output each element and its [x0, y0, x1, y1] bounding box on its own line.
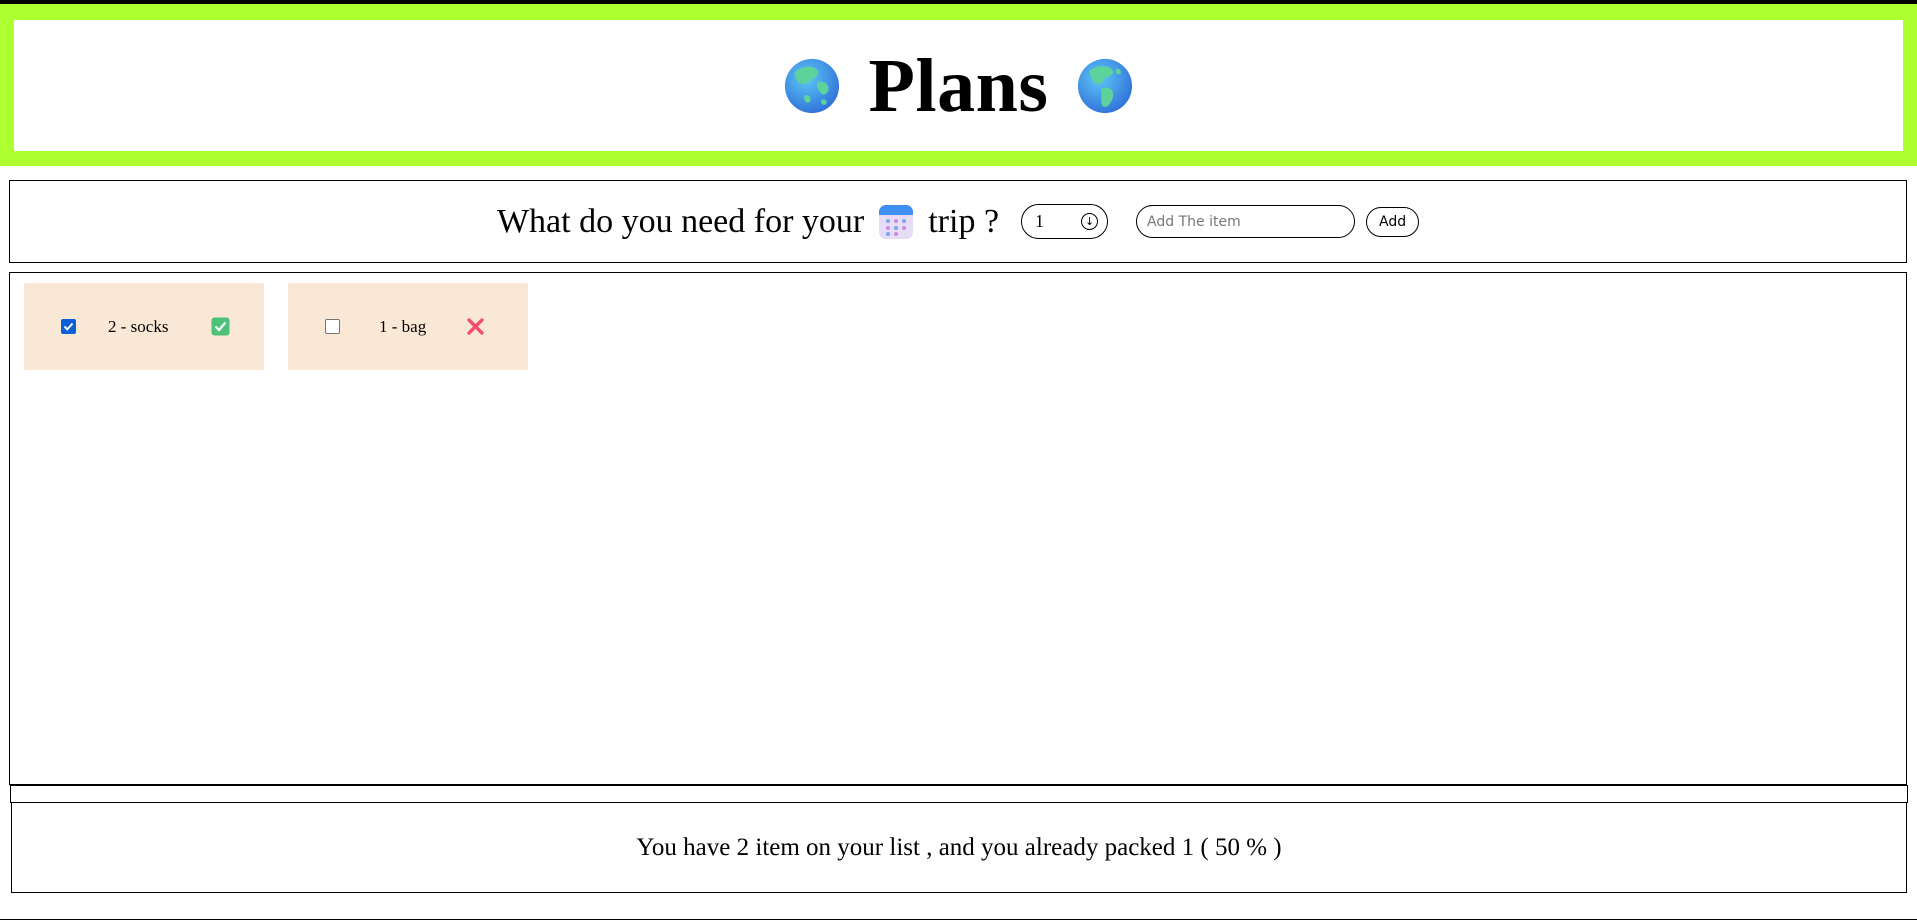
item-label: 1 - bag [379, 316, 427, 336]
list-item: 1 - bag [288, 283, 528, 370]
form-question: What do you need for your trip ? [497, 203, 999, 241]
stats-text: You have 2 item on your list , and you a… [636, 833, 1282, 861]
checkbox-check-icon [63, 322, 74, 331]
packed-checkbox[interactable] [325, 319, 340, 334]
add-button[interactable]: Add [1366, 206, 1420, 237]
add-item-form: What do you need for your trip ? 1 ↓ Add [9, 180, 1907, 263]
page-header: Plans [0, 4, 1917, 166]
cross-mark-icon[interactable] [466, 317, 485, 336]
quantity-select[interactable]: 1 ↓ [1021, 204, 1109, 239]
question-text-start: What do you need for your [496, 202, 865, 240]
chevron-down-icon: ↓ [1081, 213, 1099, 230]
item-input[interactable] [1136, 205, 1356, 238]
globe-asia-icon [784, 58, 839, 113]
calendar-icon [879, 204, 914, 239]
globe-americas-icon [1078, 58, 1133, 113]
item-label: 2 - socks [108, 316, 169, 336]
packing-stats: You have 2 item on your list , and you a… [11, 803, 1907, 893]
packed-checkbox[interactable] [61, 319, 76, 334]
header-panel: Plans [14, 20, 1903, 151]
page-title: Plans [868, 43, 1049, 128]
packing-list: 2 - socks 1 - bag [9, 272, 1907, 785]
bottom-border [0, 919, 1917, 920]
question-text-end: trip ? [928, 202, 1000, 240]
list-item: 2 - socks [24, 283, 264, 370]
check-mark-icon[interactable] [211, 317, 230, 336]
quantity-value: 1 [1035, 211, 1045, 231]
list-divider [10, 785, 1908, 803]
